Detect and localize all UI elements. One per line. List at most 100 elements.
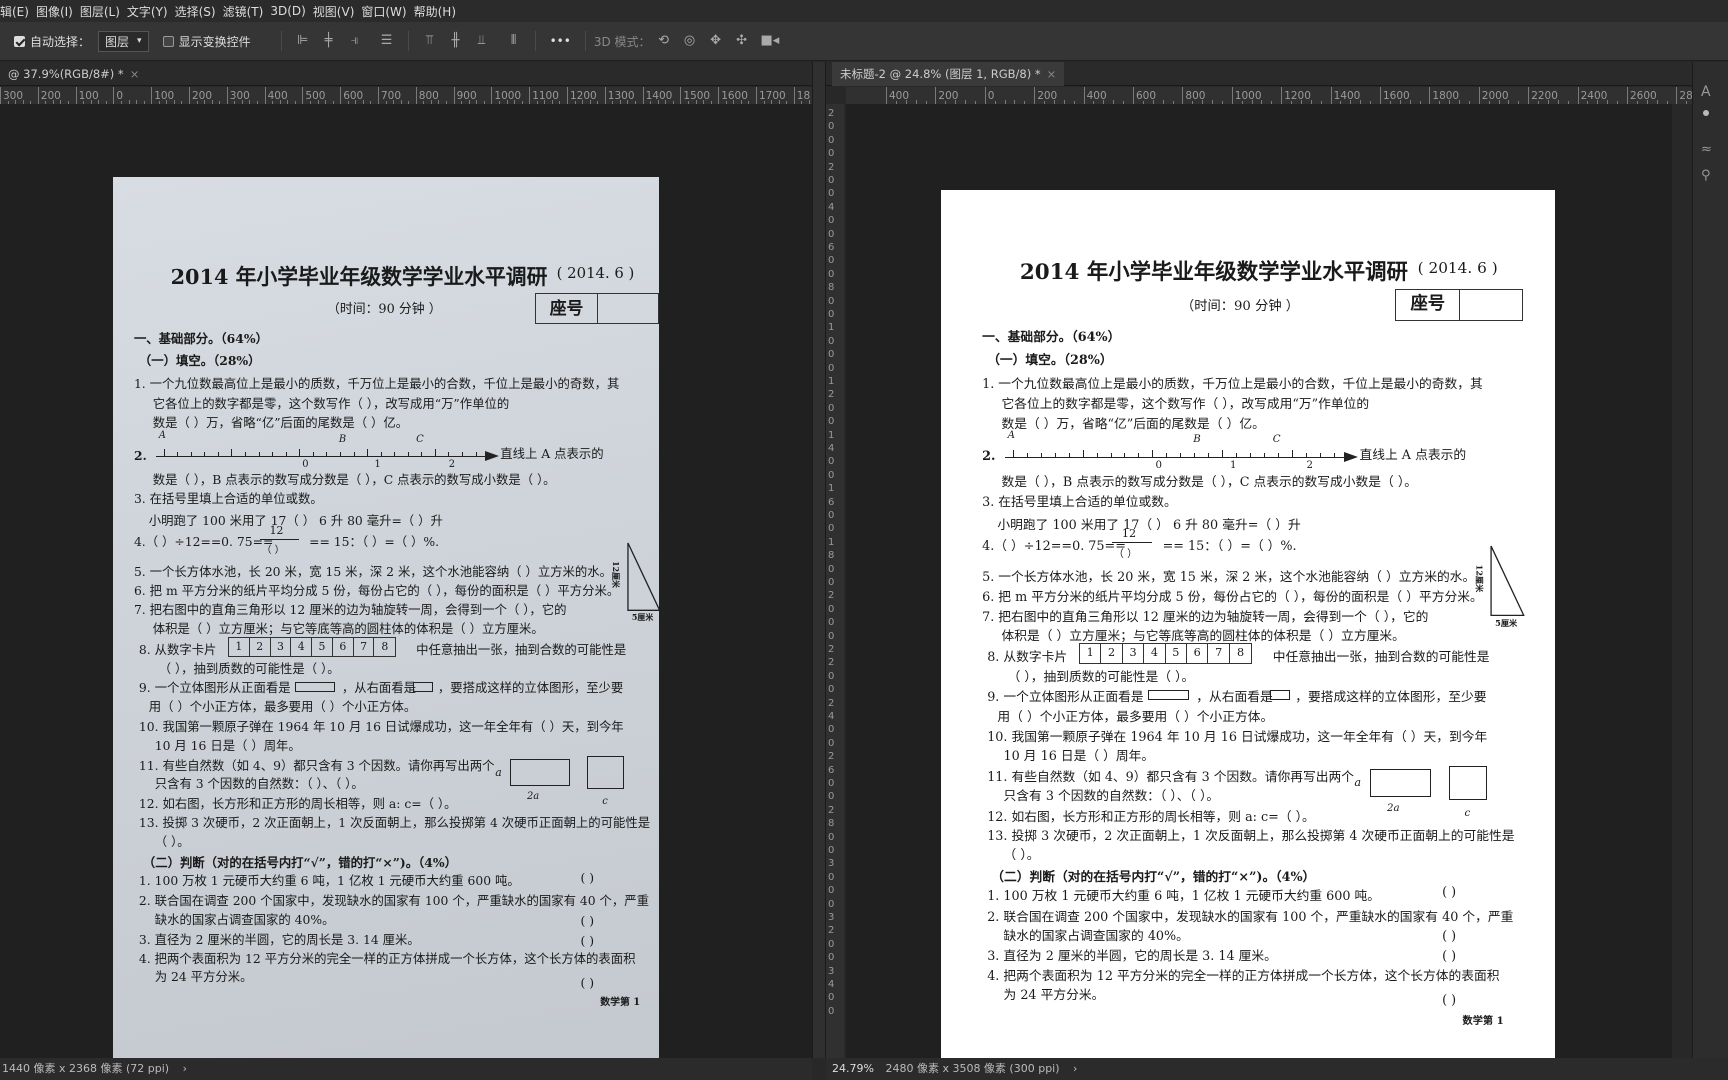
3d-slide-icon[interactable]: ✣ xyxy=(735,34,749,48)
exam-text: 小明跑了 100 米用了 17（ ） 6 升 80 毫升=（ ）升 xyxy=(997,517,1301,533)
number-line-tick xyxy=(190,451,192,456)
ruler-tick xyxy=(680,87,682,104)
chevron-right-icon[interactable]: › xyxy=(1073,1062,1077,1075)
chevron-right-icon[interactable]: › xyxy=(183,1062,187,1075)
right-canvas[interactable]: 2014 年小学毕业年级数学学业水平调研 ( 2014. 6 ) （时间：90 分钟… xyxy=(846,104,1672,1064)
layer-select-dropdown[interactable]: 图层 ▾ xyxy=(98,30,149,52)
ruler-label: 4 xyxy=(828,443,835,454)
chevron-down-icon: ▾ xyxy=(137,36,142,46)
fraction-bar xyxy=(259,538,300,540)
menu-item[interactable]: 滤镜(T) xyxy=(223,3,271,20)
close-icon[interactable]: × xyxy=(1047,67,1057,81)
number-line-tick xyxy=(407,451,409,456)
right-document-tab[interactable]: 未标题-2 @ 24.8% (图层 1, RGB/8) * × xyxy=(832,62,1065,86)
menu-item[interactable]: 图层(L) xyxy=(80,3,127,20)
ruler-tick xyxy=(189,87,190,104)
panel-icon[interactable]: A xyxy=(1701,84,1711,100)
ruler-label: 2 xyxy=(828,657,835,669)
exam-text: 9. 一个立体图形从正面看是 xyxy=(987,690,1144,706)
menu-item[interactable]: 文字(Y) xyxy=(127,3,175,20)
panel-search-icon[interactable]: ⚲ xyxy=(1701,168,1711,183)
number-card: 5 xyxy=(1166,644,1188,663)
align-center-icon[interactable]: ╪ xyxy=(322,34,336,48)
menu-item[interactable]: 图像(I) xyxy=(36,3,80,20)
ruler-label: 2400 xyxy=(1580,90,1608,102)
auto-select-checkbox[interactable] xyxy=(14,35,25,47)
ruler-label: 4 xyxy=(828,201,835,213)
align-right-icon[interactable]: ⫣ xyxy=(348,34,362,48)
fraction-bar xyxy=(1111,542,1153,544)
number-line-tick xyxy=(204,451,206,456)
menu-item[interactable]: 选择(S) xyxy=(175,3,223,20)
arrow-icon xyxy=(485,451,500,462)
ruler-label: 3 xyxy=(828,912,835,923)
align-bottom-icon[interactable]: ⫫ xyxy=(475,34,489,48)
menu-item[interactable]: 辑(E) xyxy=(0,3,36,20)
number-line-tick xyxy=(353,451,355,456)
ruler-tick xyxy=(302,87,304,104)
number-line-tick xyxy=(299,448,301,456)
exam-text: 3. 直径为 2 厘米的半圆，它的周长是 3. 14 厘米。 xyxy=(987,949,1277,965)
close-icon[interactable]: × xyxy=(130,67,140,81)
ruler-label: 1 xyxy=(828,322,835,334)
section-heading: 一、基础部分。（64%） xyxy=(133,330,268,346)
left-canvas[interactable]: 2014 年小学毕业年级数学学业水平调研 ( 2014. 6 ) （时间：90 分钟… xyxy=(0,104,812,1074)
3d-roll-icon[interactable]: ◎ xyxy=(683,34,697,48)
align-left-icon[interactable]: ⊫ xyxy=(296,34,310,48)
exam-text: 只含有 3 个因数的自然数：（ ）、（ ）。 xyxy=(154,777,364,792)
ruler-label: 2 xyxy=(828,697,835,709)
ruler-tick xyxy=(567,87,568,104)
3d-orbit-icon[interactable]: ⟲ xyxy=(657,34,671,48)
number-line-tick xyxy=(1068,452,1070,457)
ruler-label: 0 xyxy=(828,831,835,843)
menu-item[interactable]: 视图(V) xyxy=(313,3,362,20)
ruler-tick xyxy=(642,87,644,104)
point-label-b: B xyxy=(338,433,347,445)
answer-paren: ( ) xyxy=(1442,885,1457,901)
zoom-level[interactable]: 24.79% xyxy=(832,1062,874,1075)
ruler-label: 0 xyxy=(828,617,835,629)
distribute-vertical-icon[interactable]: ⦀ xyxy=(507,34,521,48)
exam-text: 它各位上的数字都是零，这个数写作（ ），改写成用“万”作单位的 xyxy=(1001,397,1370,413)
number-line-tick xyxy=(177,451,179,456)
right-triangle-figure xyxy=(1490,546,1525,617)
exam-text: 6. 把 m 平方分米的纸片平均分成 5 份，每份占它的（ ），每份的面积是（ … xyxy=(133,584,620,599)
align-middle-icon[interactable]: ╫ xyxy=(449,34,463,48)
distribute-icon[interactable]: ☰ xyxy=(380,34,394,48)
align-top-icon[interactable]: ⫪ xyxy=(423,34,437,48)
panel-divider[interactable] xyxy=(812,62,826,1058)
ruler-label: 1 xyxy=(828,376,835,387)
square-figure xyxy=(1449,765,1487,801)
ruler-tick xyxy=(1676,87,1678,104)
number-line-tick xyxy=(1166,452,1168,457)
panel-symbol-icon[interactable]: ≈ xyxy=(1701,142,1712,157)
menu-item[interactable]: 窗口(W) xyxy=(361,3,413,20)
number-line xyxy=(155,455,488,457)
exam-text: ，从右面看是 xyxy=(1196,690,1273,706)
ruler-tick xyxy=(1478,87,1480,104)
ruler-label: 0 xyxy=(828,121,835,133)
ruler-tick xyxy=(1330,87,1332,104)
menu-item[interactable]: 帮助(H) xyxy=(414,3,463,20)
menu-item[interactable]: 3D(D) xyxy=(270,4,312,18)
ruler-tick xyxy=(529,87,531,104)
panel-dot-icon[interactable] xyxy=(1703,110,1709,116)
exam-text: 11. 有些自然数（如 4、9）都只含有 3 个因数。请你再写出两个 xyxy=(138,758,495,773)
number-line-tick xyxy=(163,448,165,456)
3d-pan-icon[interactable]: ✥ xyxy=(709,34,723,48)
exam-text: 10. 我国第一颗原子弹在 1964 年 10 月 16 日试爆成功，这一年全年… xyxy=(138,720,624,734)
3d-camera-icon[interactable]: ■◂ xyxy=(761,34,780,48)
exam-text: 1. 100 万枚 1 元硬币大约重 6 吨，1 亿枚 1 元硬币大约重 600… xyxy=(987,889,1381,905)
more-options-button[interactable]: ••• xyxy=(550,34,571,48)
left-document-tab[interactable]: @ 37.9%(RGB/8#) * × xyxy=(0,62,147,86)
ruler-label: 2 xyxy=(828,804,835,816)
ruler-tick xyxy=(1133,87,1134,104)
left-status-bar: 1440 像素 x 2368 像素 (72 ppi) › xyxy=(0,1058,812,1080)
right-tab-title: 未标题-2 @ 24.8% (图层 1, RGB/8) * xyxy=(840,67,1041,81)
ruler-tick xyxy=(604,87,606,104)
show-transform-checkbox[interactable] xyxy=(162,35,174,47)
left-document-panel: @ 37.9%(RGB/8#) * × 300 200 100 0 100 200 300 40… xyxy=(0,62,812,1074)
ruler-label: 0 xyxy=(828,510,835,521)
ruler-label: 1800 xyxy=(1432,90,1460,102)
ruler-label: 8 xyxy=(828,818,835,830)
